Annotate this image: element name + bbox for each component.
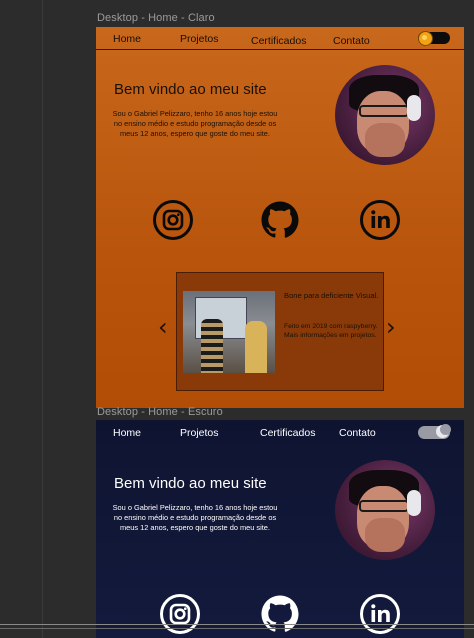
moon-icon <box>436 424 451 438</box>
instagram-icon[interactable] <box>153 200 193 240</box>
nav-home[interactable]: Home <box>113 33 141 45</box>
hero-text: Sou o Gabriel Pelizzaro, tenho 16 anos h… <box>112 109 278 138</box>
project-title: Bone para deficiente Visual. <box>284 291 379 300</box>
project-card[interactable]: Bone para deficiente Visual. Feito em 20… <box>176 272 384 391</box>
carousel-prev-arrow[interactable]: ‹ <box>158 315 168 339</box>
hero-title: Bem vindo ao meu site <box>114 81 267 98</box>
canvas-divider <box>0 624 474 625</box>
canvas-guide-line <box>42 0 43 638</box>
avatar <box>335 65 435 165</box>
project-description: Feito em 2019 com raspyberry. Mais infor… <box>284 323 378 339</box>
nav-home[interactable]: Home <box>113 427 141 439</box>
project-photo <box>183 291 275 373</box>
nav-projetos[interactable]: Projetos <box>180 427 219 439</box>
sun-icon <box>418 31 433 46</box>
frame-light[interactable]: Home Projetos Certificados Contato Bem v… <box>96 27 464 408</box>
top-nav: Home Projetos Certificados Contato <box>96 27 464 50</box>
frame-dark[interactable]: Home Projetos Certificados Contato Bem v… <box>96 420 464 638</box>
avatar <box>335 460 435 560</box>
nav-certificados[interactable]: Certificados <box>260 427 315 439</box>
hero-text: Sou o Gabriel Pelizzaro, tenho 16 anos h… <box>112 503 278 532</box>
hero-title: Bem vindo ao meu site <box>114 475 267 492</box>
github-icon[interactable] <box>260 200 300 240</box>
nav-contato[interactable]: Contato <box>339 427 376 439</box>
nav-contato[interactable]: Contato <box>333 35 370 47</box>
nav-projetos[interactable]: Projetos <box>180 33 219 45</box>
linkedin-icon[interactable] <box>360 200 400 240</box>
canvas-divider <box>0 628 474 629</box>
frame-label-light[interactable]: Desktop - Home - Claro <box>97 12 215 24</box>
nav-certificados[interactable]: Certificados <box>251 35 306 47</box>
frame-label-dark[interactable]: Desktop - Home - Escuro <box>97 406 223 418</box>
carousel-next-arrow[interactable]: › <box>386 315 396 339</box>
